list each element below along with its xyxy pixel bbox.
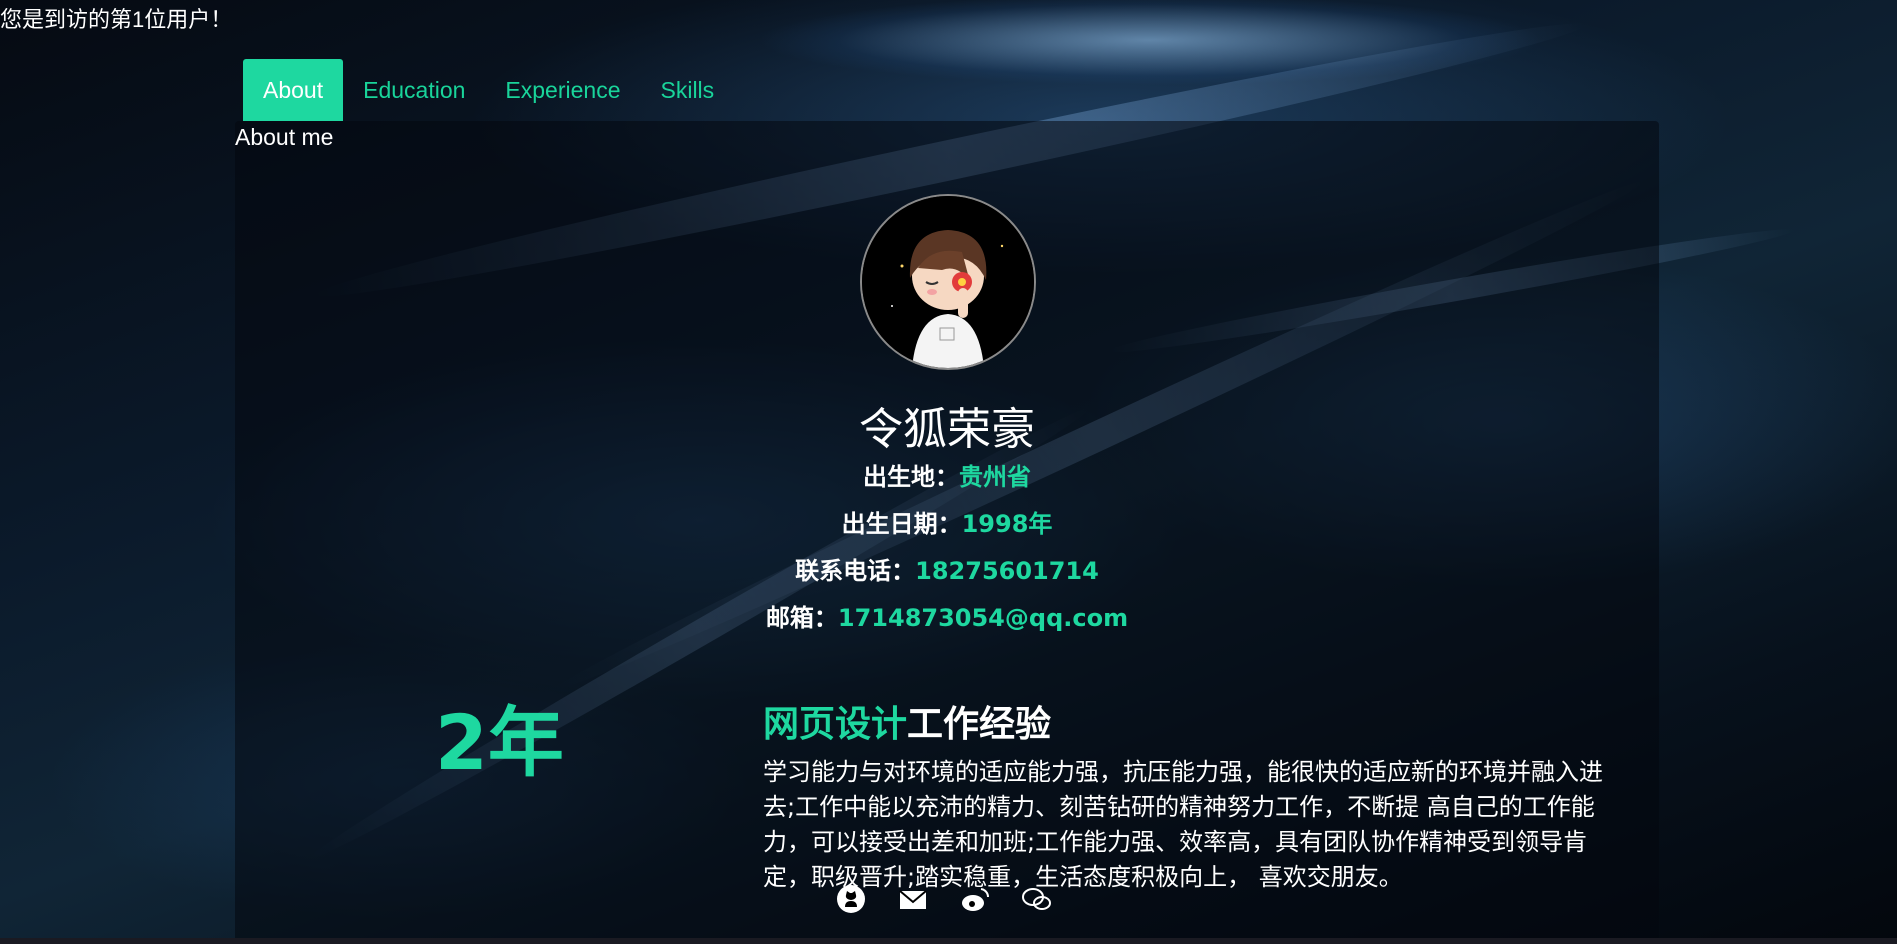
github-icon[interactable] xyxy=(835,883,867,915)
info-label: 出生地： xyxy=(863,463,959,491)
tab-experience[interactable]: Experience xyxy=(485,59,640,121)
info-birthplace: 出生地：贵州省 xyxy=(235,457,1659,492)
experience-description: 学习能力与对环境的适应能力强，抗压能力强，能很快的适应新的环境并融入进去;工作中… xyxy=(763,758,1603,891)
weibo-icon[interactable] xyxy=(959,883,991,915)
about-panel: About me 令狐荣豪 出生地：贵州省 出生日期：1998年 联系电话：18… xyxy=(235,121,1659,944)
visitor-count-text: 您是到访的第1位用户！ xyxy=(0,7,233,32)
info-label: 邮箱： xyxy=(765,604,838,632)
info-value: 1714873054@qq.com xyxy=(837,604,1129,632)
avatar xyxy=(860,194,1036,370)
tab-education[interactable]: Education xyxy=(343,59,485,121)
info-label: 联系电话： xyxy=(795,557,916,585)
experience-title-rest: 工作经验 xyxy=(907,704,1052,745)
info-label: 出生日期： xyxy=(841,510,962,538)
experience-title: 网页设计工作经验 xyxy=(763,695,1051,747)
info-email: 邮箱：1714873054@qq.com xyxy=(235,598,1659,633)
experience-title-highlight: 网页设计 xyxy=(763,704,908,745)
social-links xyxy=(835,883,1053,915)
avatar-illustration xyxy=(862,196,1034,368)
user-name: 令狐荣豪 xyxy=(859,404,1035,455)
mail-icon[interactable] xyxy=(897,883,929,915)
tab-skills[interactable]: Skills xyxy=(641,59,735,121)
tab-about[interactable]: About xyxy=(243,59,344,121)
info-phone: 联系电话：18275601714 xyxy=(235,551,1659,586)
panel-title: About me xyxy=(235,124,334,150)
info-value: 1998年 xyxy=(961,510,1053,538)
info-birthdate: 出生日期：1998年 xyxy=(235,504,1659,539)
experience-years: 2年 xyxy=(435,698,564,787)
bottom-scrollbar[interactable] xyxy=(0,938,1897,944)
info-value: 18275601714 xyxy=(915,557,1099,585)
info-value: 贵州省 xyxy=(959,463,1031,491)
wechat-icon[interactable] xyxy=(1021,883,1053,915)
nav-tabs: About Education Experience Skills xyxy=(243,59,734,121)
